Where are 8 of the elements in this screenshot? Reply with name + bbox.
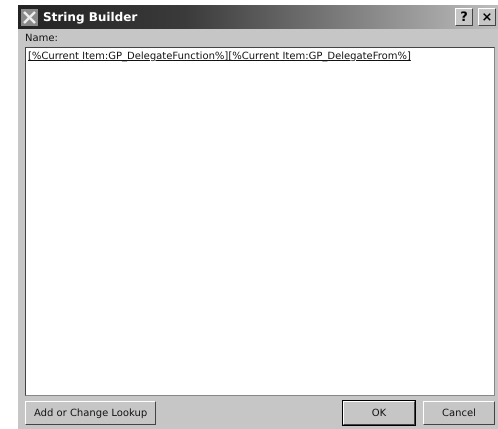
help-button[interactable]: ?	[455, 8, 473, 26]
name-text-area[interactable]: [%Current Item:GP_DelegateFunction%][%Current Item:GP_DelegateFrom%]	[25, 47, 495, 396]
ok-button[interactable]: OK	[343, 401, 415, 425]
close-button[interactable]: ×	[478, 8, 496, 26]
window-title: String Builder	[43, 10, 138, 24]
cancel-button[interactable]: Cancel	[423, 401, 495, 425]
name-label: Name:	[25, 33, 59, 44]
lookup-button[interactable]: Add or Change Lookup	[25, 401, 156, 425]
